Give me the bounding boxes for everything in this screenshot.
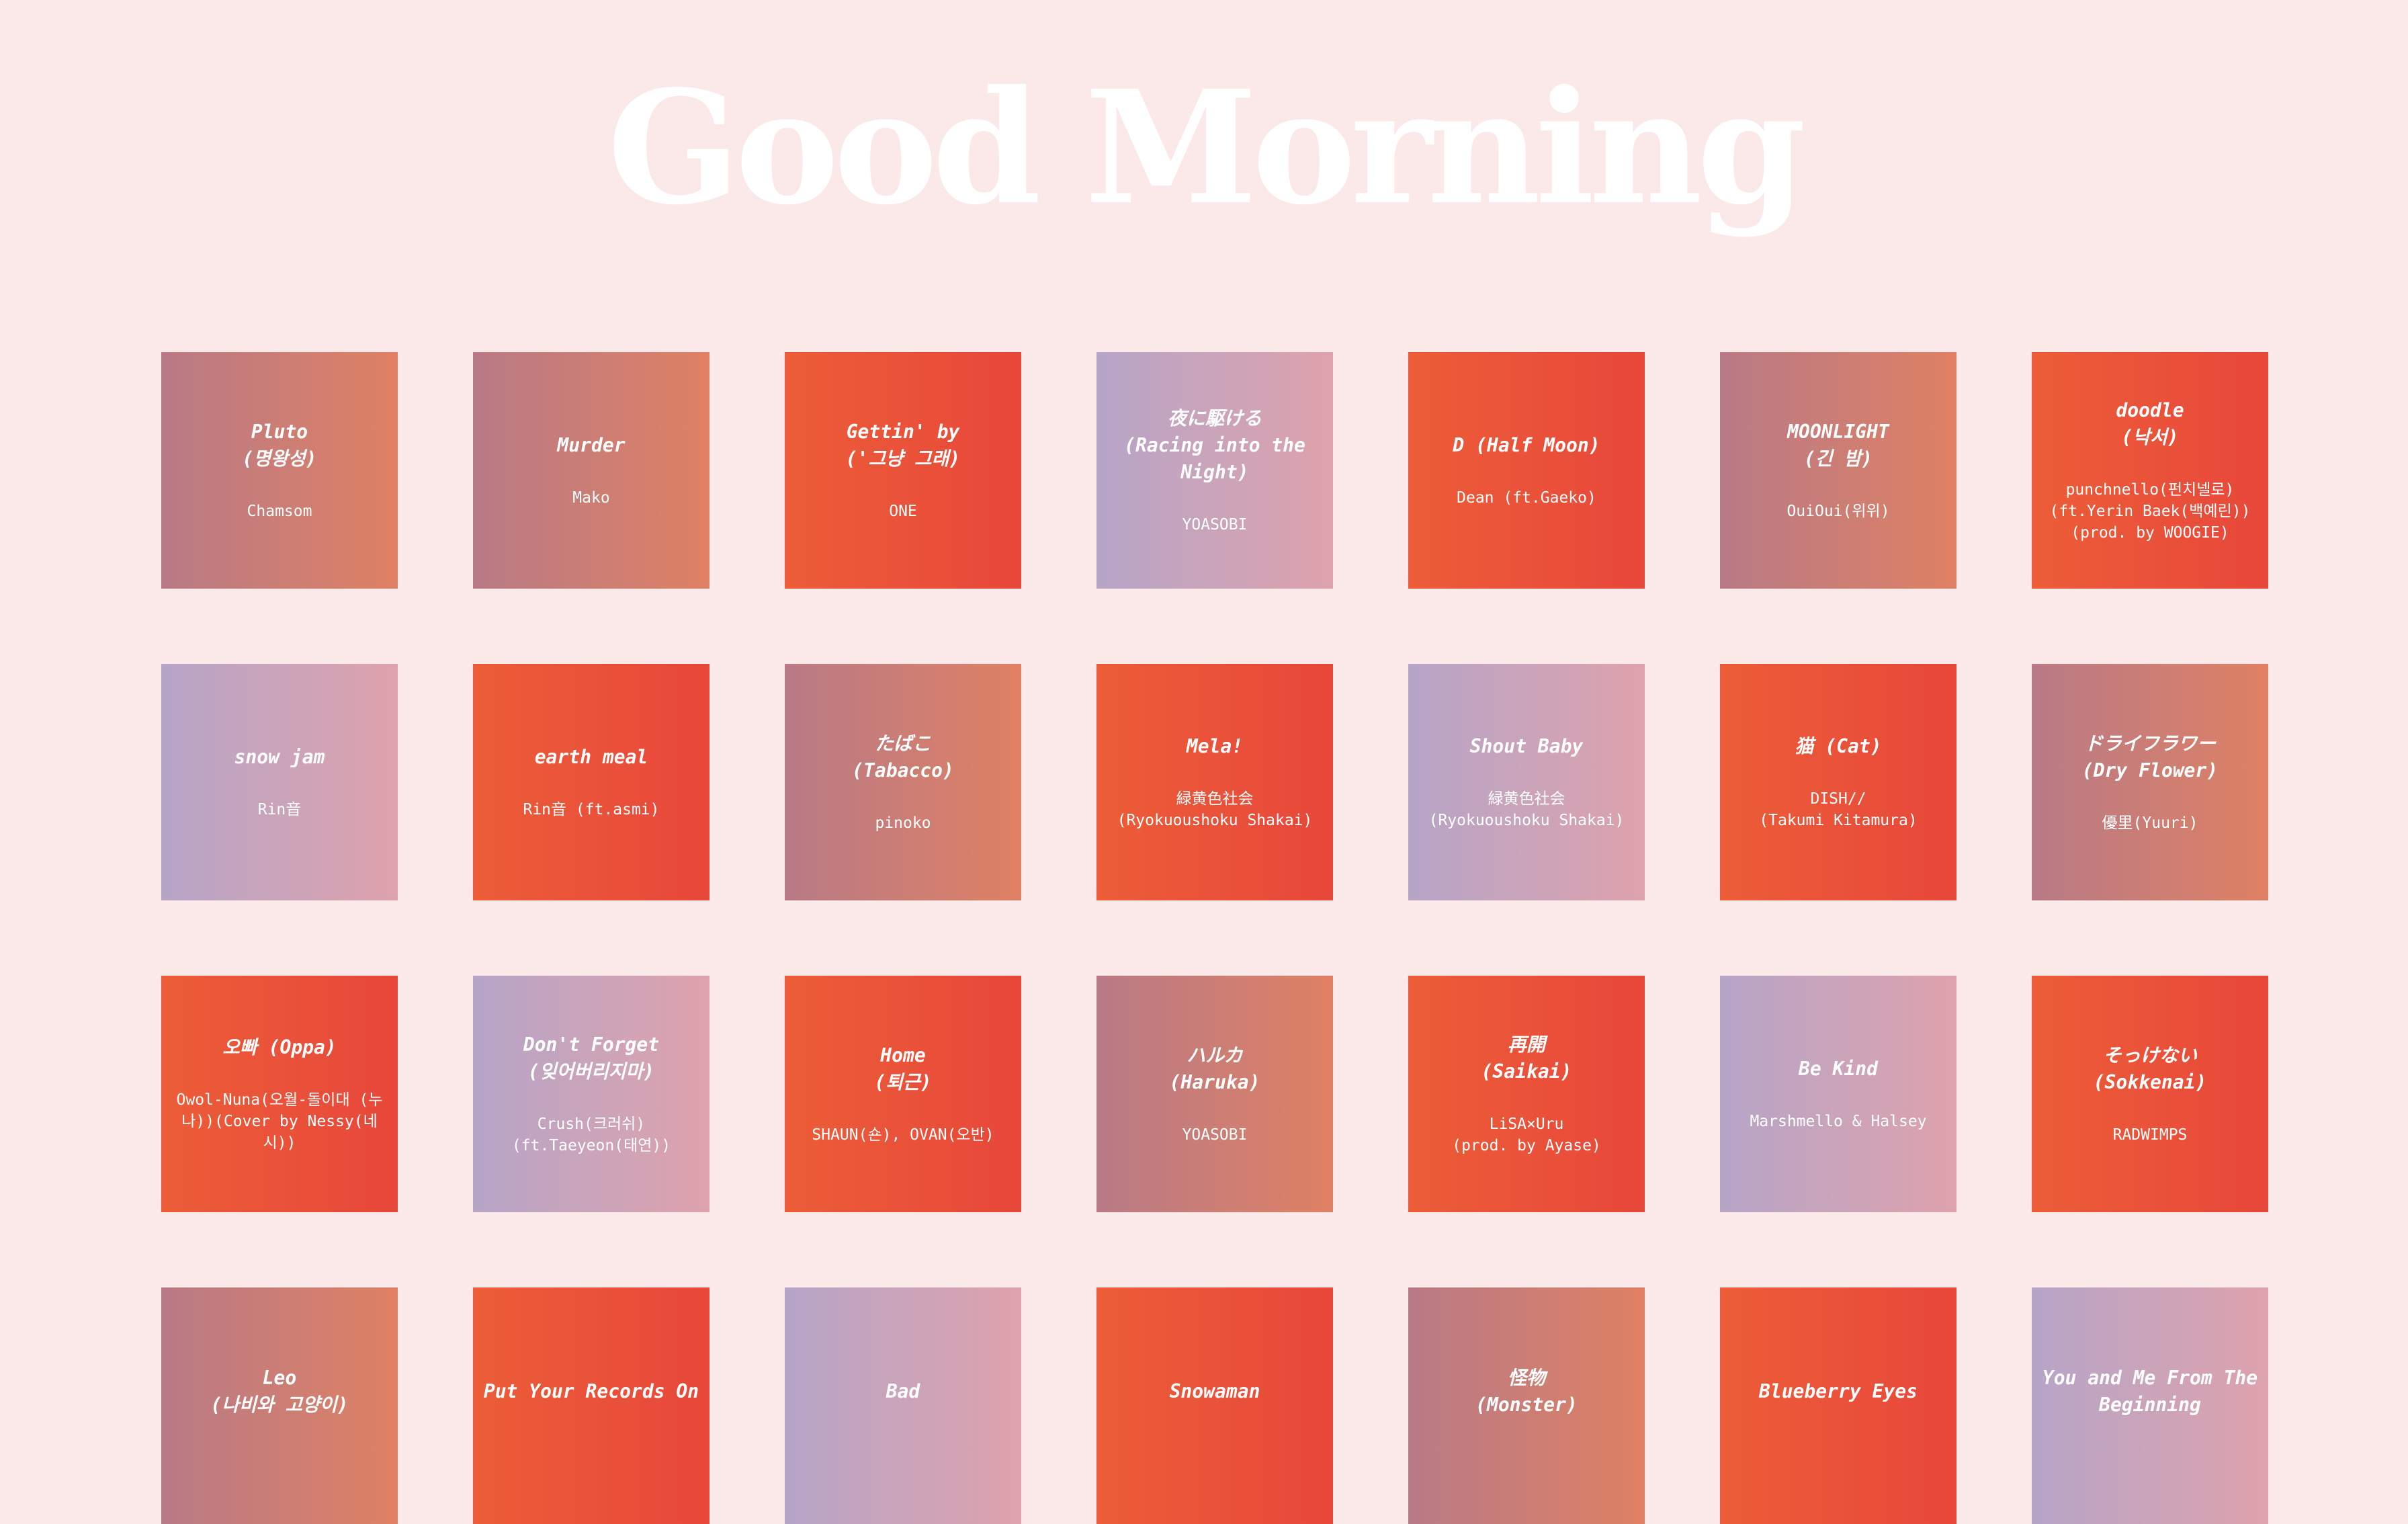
song-title: snow jam [234, 746, 325, 768]
song-card[interactable]: 怪物 (Monster) [1408, 1287, 1645, 1524]
song-card[interactable]: Pluto (명왕성) Chamsom [161, 352, 398, 589]
song-card[interactable]: Shout Baby 緑黄色社会 (Ryokuoushoku Shakai) [1408, 664, 1645, 900]
song-artist: ONE [889, 503, 917, 520]
song-card[interactable]: Mela! 緑黄色社会 (Ryokuoushoku Shakai) [1096, 664, 1333, 900]
song-title: Murder [557, 434, 626, 456]
song-card[interactable]: Bad [785, 1287, 1021, 1524]
song-card[interactable]: snow jam Rin音 [161, 664, 398, 900]
song-artist: YOASOBI [1182, 516, 1248, 534]
song-artist: Owol-Nuna(오월-돌이대 (누나))(Cover by Nessy(네시… [176, 1091, 383, 1152]
song-title: Mela! [1186, 735, 1244, 757]
song-title: Put Your Records On [483, 1380, 699, 1402]
song-card[interactable]: doodle (낙서) punchnello(펀치넬로) (ft.Yerin Baek… [2032, 352, 2268, 589]
song-card[interactable]: そっけない (Sokkenai) RADWIMPS [2032, 976, 2268, 1212]
song-card[interactable]: Blueberry Eyes [1720, 1287, 1956, 1524]
song-artist: 優里(Yuuri) [2102, 814, 2198, 832]
song-card[interactable]: 再開 (Saikai) LiSA×Uru (prod. by Ayase) [1408, 976, 1645, 1212]
song-card[interactable]: Home (퇴근) SHAUN(숀), OVAN(오반) [785, 976, 1021, 1212]
song-card[interactable]: たばこ (Tabacco) pinoko [785, 664, 1021, 900]
song-title: Be Kind [1798, 1058, 1878, 1080]
song-title: doodle (낙서) [2116, 399, 2184, 448]
song-title: 怪物 (Monster) [1475, 1367, 1578, 1416]
song-card[interactable]: 오빠 (Oppa) Owol-Nuna(오월-돌이대 (누나))(Cover by… [161, 976, 398, 1212]
song-title: 오빠 (Oppa) [222, 1036, 337, 1058]
song-title: 夜に駆ける (Racing into the Night) [1124, 407, 1305, 483]
song-artist: SHAUN(숀), OVAN(오반) [812, 1126, 994, 1144]
song-title: Gettin' by ('그냥 그래) [845, 421, 961, 470]
song-card[interactable]: 夜に駆ける (Racing into the Night) YOASOBI [1096, 352, 1333, 589]
song-title: earth meal [534, 746, 648, 768]
song-title: ハルカ (Haruka) [1169, 1044, 1260, 1093]
song-grid: Pluto (명왕성) Chamsom Murder Mako Gettin' by ('그… [161, 352, 2268, 1524]
page-title: Good Morning [607, 56, 1806, 239]
song-card[interactable]: Don't Forget (잊어버리지마) Crush(크러쉬) (ft.Taeyeo… [473, 976, 710, 1212]
song-card[interactable]: ドライフラワー (Dry Flower) 優里(Yuuri) [2032, 664, 2268, 900]
song-title: D (Half Moon) [1453, 434, 1600, 456]
song-title: 猫 (Cat) [1795, 735, 1882, 757]
song-artist: Marshmello & Halsey [1750, 1113, 1927, 1130]
song-card[interactable]: Leo (나비와 고양이) [161, 1287, 398, 1524]
song-title: 再開 (Saikai) [1481, 1033, 1572, 1083]
song-artist: punchnello(펀치넬로) (ft.Yerin Baek(백예린)) (pro… [2049, 481, 2251, 542]
song-card[interactable]: earth meal Rin音 (ft.asmi) [473, 664, 710, 900]
song-title: Snowaman [1169, 1380, 1260, 1402]
song-card[interactable]: Gettin' by ('그냥 그래) ONE [785, 352, 1021, 589]
song-artist: OuiOui(위위) [1787, 503, 1890, 520]
song-title: Blueberry Eyes [1758, 1380, 1918, 1402]
song-title: そっけない (Sokkenai) [2093, 1044, 2207, 1093]
song-artist: Chamsom [247, 503, 312, 520]
song-title: Bad [886, 1380, 920, 1402]
song-title: Shout Baby [1469, 735, 1584, 757]
song-title: ドライフラワー (Dry Flower) [2081, 732, 2219, 781]
song-artist: Mako [572, 489, 610, 507]
song-title: Leo (나비와 고양이) [210, 1367, 349, 1416]
song-card[interactable]: D (Half Moon) Dean (ft.Gaeko) [1408, 352, 1645, 589]
song-card[interactable]: Be Kind Marshmello & Halsey [1720, 976, 1956, 1212]
song-artist: 緑黄色社会 (Ryokuoushoku Shakai) [1117, 790, 1313, 829]
song-artist: pinoko [875, 814, 931, 832]
song-card[interactable]: 猫 (Cat) DISH//(Takumi Kitamura) [1720, 664, 1956, 900]
song-title: Don't Forget (잊어버리지마) [523, 1033, 660, 1083]
song-artist: DISH//(Takumi Kitamura) [1759, 790, 1918, 829]
song-card[interactable]: MOONLIGHT (긴 밤) OuiOui(위위) [1720, 352, 1956, 589]
song-title: たばこ (Tabacco) [852, 732, 954, 781]
song-card[interactable]: ハルカ (Haruka) YOASOBI [1096, 976, 1333, 1212]
song-artist: Rin音 [257, 801, 302, 818]
song-title: Pluto (명왕성) [242, 421, 317, 470]
song-artist: RADWIMPS [2112, 1126, 2188, 1144]
song-title: MOONLIGHT (긴 밤) [1787, 421, 1889, 470]
song-artist: 緑黄色社会 (Ryokuoushoku Shakai) [1428, 790, 1625, 829]
song-artist: LiSA×Uru (prod. by Ayase) [1452, 1115, 1601, 1154]
song-artist: Rin音 (ft.asmi) [523, 801, 660, 818]
song-card[interactable]: Murder Mako [473, 352, 710, 589]
song-artist: YOASOBI [1182, 1126, 1248, 1144]
song-title: Home (퇴근) [874, 1044, 932, 1093]
song-card[interactable]: Snowaman [1096, 1287, 1333, 1524]
song-title: You and Me From The Beginning [2042, 1367, 2258, 1416]
song-card[interactable]: You and Me From The Beginning [2032, 1287, 2268, 1524]
song-card[interactable]: Put Your Records On [473, 1287, 710, 1524]
song-artist: Crush(크러쉬) (ft.Taeyeon(태연)) [511, 1115, 671, 1154]
song-artist: Dean (ft.Gaeko) [1457, 489, 1596, 507]
